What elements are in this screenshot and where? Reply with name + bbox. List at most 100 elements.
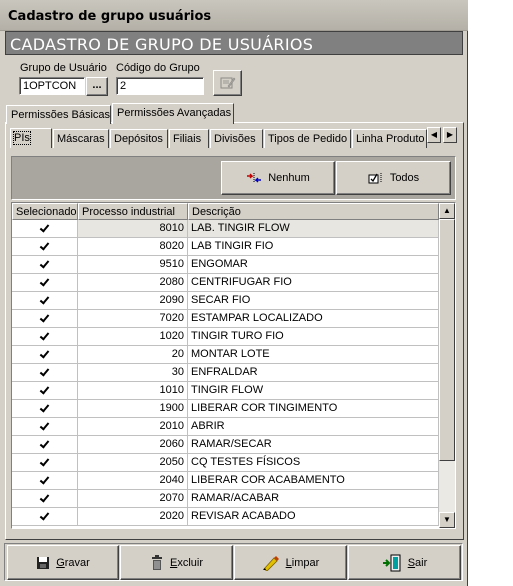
row-checkbox[interactable] (12, 472, 78, 490)
process-code-cell: 1010 (78, 382, 188, 400)
delete-label: Excluir (169, 556, 203, 569)
grid-scrollbar[interactable]: ▲ ▼ (439, 203, 455, 528)
table-row[interactable]: 2050 CQ TESTES FÍSICOS (12, 454, 439, 472)
table-row[interactable]: 2010 ABRIR (12, 418, 439, 436)
page-banner: CADASTRO DE GRUPO DE USUÁRIOS (5, 31, 463, 55)
tab-scroll-left-button[interactable]: ◀ (427, 127, 441, 143)
edit-group-button[interactable] (213, 70, 242, 96)
row-checkbox[interactable] (12, 238, 78, 256)
table-row[interactable]: 2090 SECAR FIO (12, 292, 439, 310)
exit-button[interactable]: Sair (348, 545, 461, 580)
row-checkbox[interactable] (12, 328, 78, 346)
scroll-down-button[interactable]: ▼ (439, 512, 455, 528)
select-none-button[interactable]: Nenhum (221, 161, 335, 195)
row-checkbox[interactable] (12, 418, 78, 436)
table-row[interactable]: 9510 ENGOMAR (12, 256, 439, 274)
description-cell: LIBERAR COR ACABAMENTO (188, 472, 439, 490)
subtab-pis[interactable]: PIs (10, 128, 52, 148)
checkmark-icon (39, 457, 50, 468)
tab-advanced-permissions[interactable]: Permissões Avançadas (112, 103, 234, 124)
description-cell: RAMAR/SECAR (188, 436, 439, 454)
row-checkbox[interactable] (12, 220, 78, 238)
description-cell: LIBERAR COR TINGIMENTO (188, 400, 439, 418)
row-checkbox[interactable] (12, 292, 78, 310)
subtab-divisions[interactable]: Divisões (210, 129, 263, 148)
process-code-cell: 8010 (78, 220, 188, 238)
select-all-icon (368, 173, 382, 184)
select-all-button[interactable]: Todos (336, 161, 451, 195)
row-checkbox[interactable] (12, 382, 78, 400)
row-checkbox[interactable] (12, 256, 78, 274)
table-row[interactable]: 2080 CENTRIFUGAR FIO (12, 274, 439, 292)
clear-button[interactable]: Limpar (234, 545, 347, 580)
window: Cadastro de grupo usuários CADASTRO DE G… (0, 0, 468, 586)
column-header-description[interactable]: Descrição (188, 203, 439, 220)
description-cell: ENFRALDAR (188, 364, 439, 382)
scroll-up-button[interactable]: ▲ (439, 203, 455, 219)
process-code-cell: 30 (78, 364, 188, 382)
subtab-branches[interactable]: Filiais (169, 129, 209, 148)
process-code-cell: 2010 (78, 418, 188, 436)
title-bar[interactable]: Cadastro de grupo usuários (0, 0, 468, 31)
subtab-masks[interactable]: Máscaras (53, 129, 109, 148)
checkmark-icon (39, 313, 50, 324)
description-cell: CQ TESTES FÍSICOS (188, 454, 439, 472)
table-row[interactable]: 7020 ESTAMPAR LOCALIZADO (12, 310, 439, 328)
description-cell: ABRIR (188, 418, 439, 436)
row-checkbox[interactable] (12, 436, 78, 454)
scroll-thumb[interactable] (439, 219, 455, 461)
table-row[interactable]: 1010 TINGIR FLOW (12, 382, 439, 400)
clear-label: Limpar (285, 556, 320, 569)
save-button[interactable]: Gravar (7, 545, 119, 580)
column-header-process[interactable]: Processo industrial (78, 203, 188, 220)
tab-scroll-right-button[interactable]: ▶ (443, 127, 457, 143)
row-checkbox[interactable] (12, 400, 78, 418)
table-row[interactable]: 30 ENFRALDAR (12, 364, 439, 382)
description-cell: LAB TINGIR FIO (188, 238, 439, 256)
table-row[interactable]: 1900 LIBERAR COR TINGIMENTO (12, 400, 439, 418)
table-row[interactable]: 20 MONTAR LOTE (12, 346, 439, 364)
group-lookup-button[interactable]: ... (86, 77, 108, 96)
edit-icon (220, 77, 235, 89)
subtab-order-types[interactable]: Tipos de Pedido (264, 129, 351, 148)
subtab-deposits[interactable]: Depósitos (110, 129, 168, 148)
table-row[interactable]: 2020 REVISAR ACABADO (12, 508, 439, 526)
table-row[interactable]: 2070 RAMAR/ACABAR (12, 490, 439, 508)
group-field[interactable]: 1OPTCON (19, 77, 85, 95)
tab-basic-permissions[interactable]: Permissões Básicas (6, 105, 111, 124)
description-cell: SECAR FIO (188, 292, 439, 310)
grid-header: Selecionado Processo industrial Descriçã… (12, 203, 439, 220)
row-checkbox[interactable] (12, 454, 78, 472)
checkmark-icon (39, 241, 50, 252)
row-checkbox[interactable] (12, 346, 78, 364)
row-checkbox[interactable] (12, 508, 78, 526)
process-grid: Selecionado Processo industrial Descriçã… (11, 202, 456, 529)
row-checkbox[interactable] (12, 490, 78, 508)
column-header-selected[interactable]: Selecionado (12, 203, 78, 220)
table-row[interactable]: 2060 RAMAR/SECAR (12, 436, 439, 454)
table-row[interactable]: 8010 LAB. TINGIR FLOW (12, 220, 439, 238)
process-code-cell: 2040 (78, 472, 188, 490)
subtab-product-line[interactable]: Linha Produto (352, 129, 427, 148)
description-cell: ENGOMAR (188, 256, 439, 274)
row-checkbox[interactable] (12, 364, 78, 382)
table-row[interactable]: 2040 LIBERAR COR ACABAMENTO (12, 472, 439, 490)
description-cell: ESTAMPAR LOCALIZADO (188, 310, 439, 328)
checkmark-icon (39, 277, 50, 288)
code-field[interactable]: 2 (116, 77, 204, 95)
checkmark-icon (39, 367, 50, 378)
process-code-cell: 2070 (78, 490, 188, 508)
table-row[interactable]: 1020 TINGIR TURO FIO (12, 328, 439, 346)
eraser-pen-icon (262, 555, 279, 571)
row-checkbox[interactable] (12, 310, 78, 328)
table-row[interactable]: 8020 LAB TINGIR FIO (12, 238, 439, 256)
description-cell: MONTAR LOTE (188, 346, 439, 364)
checkmark-icon (39, 349, 50, 360)
page-title: CADASTRO DE GRUPO DE USUÁRIOS (10, 35, 314, 54)
delete-button[interactable]: Excluir (120, 545, 233, 580)
checkmark-icon (39, 259, 50, 270)
process-code-cell: 9510 (78, 256, 188, 274)
row-checkbox[interactable] (12, 274, 78, 292)
description-cell: TINGIR TURO FIO (188, 328, 439, 346)
checkmark-icon (39, 511, 50, 522)
